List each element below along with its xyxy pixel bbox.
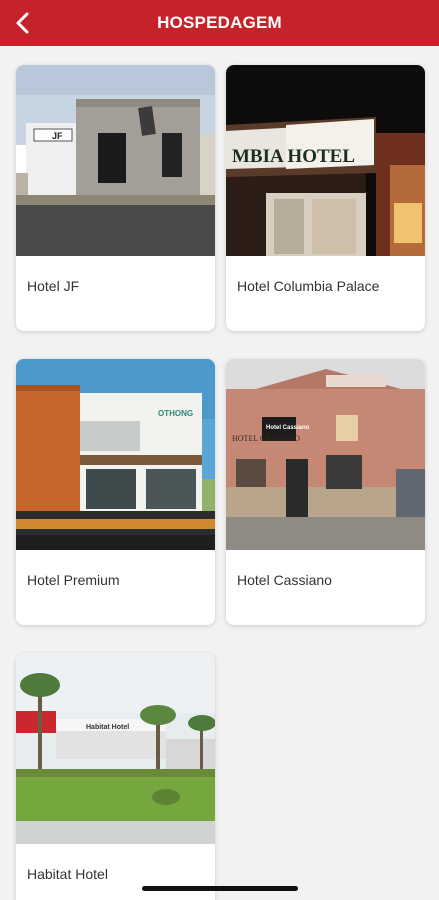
hotel-card[interactable]: OTHONG Hotel Premium: [16, 359, 215, 625]
cassiano-sign-text: Hotel Cassiano: [266, 425, 310, 431]
habitat-hotel-photo: Habitat Hotel: [16, 653, 215, 844]
habitat-sign-text: Habitat Hotel: [86, 724, 129, 731]
hotel-name: Hotel Columbia Palace: [237, 278, 380, 294]
home-indicator: [142, 886, 298, 891]
back-button[interactable]: [6, 6, 40, 40]
hotel-jf-photo: JF: [16, 65, 215, 256]
hotel-card[interactable]: Hotel Cassiano HOTEL CASSIANO Hotel Cass…: [226, 359, 425, 625]
hotel-name: Hotel Premium: [27, 572, 120, 588]
hotel-card[interactable]: MBIA HOTEL Hotel Columbia Palace: [226, 65, 425, 331]
app-bar: HOSPEDAGEM: [0, 0, 439, 46]
cassiano-wall-text: HOTEL CASSIANO: [232, 434, 300, 443]
page-title: HOSPEDAGEM: [157, 13, 282, 32]
hotel-name: Hotel Cassiano: [237, 572, 332, 588]
hotel-cassiano-photo: Hotel Cassiano HOTEL CASSIANO: [226, 359, 425, 550]
jf-sign-text: JF: [52, 131, 63, 141]
hotel-card[interactable]: JF Hotel JF: [16, 65, 215, 331]
chevron-left-icon: [16, 12, 29, 34]
columbia-sign-text: MBIA HOTEL: [232, 146, 355, 167]
premium-sign-text: OTHONG: [158, 409, 193, 418]
hotel-card[interactable]: Habitat Hotel Habitat Hotel: [16, 653, 215, 900]
hotel-columbia-palace-photo: MBIA HOTEL: [226, 65, 425, 256]
hotel-premium-photo: OTHONG: [16, 359, 215, 550]
hotel-name: Hotel JF: [27, 278, 80, 294]
hotel-name: Habitat Hotel: [27, 866, 108, 882]
